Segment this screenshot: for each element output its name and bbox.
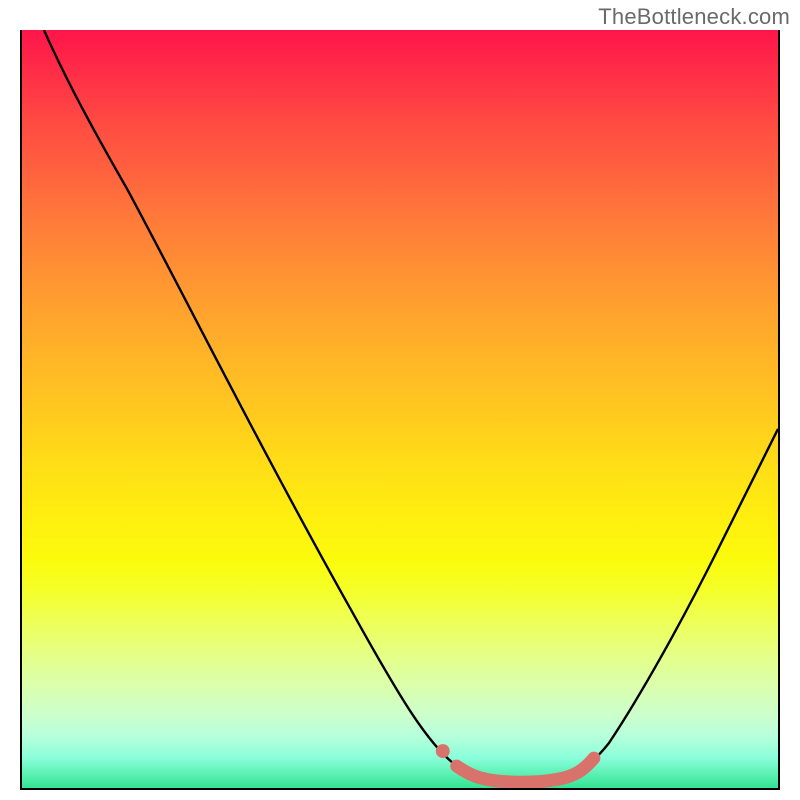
watermark-text: TheBottleneck.com bbox=[598, 4, 790, 30]
optimal-marker-dot bbox=[436, 744, 450, 758]
optimal-range-highlight bbox=[457, 758, 594, 782]
curve-svg bbox=[22, 30, 778, 788]
plot-area bbox=[20, 30, 780, 790]
chart-container: TheBottleneck.com bbox=[0, 0, 800, 800]
bottleneck-curve bbox=[44, 30, 778, 782]
